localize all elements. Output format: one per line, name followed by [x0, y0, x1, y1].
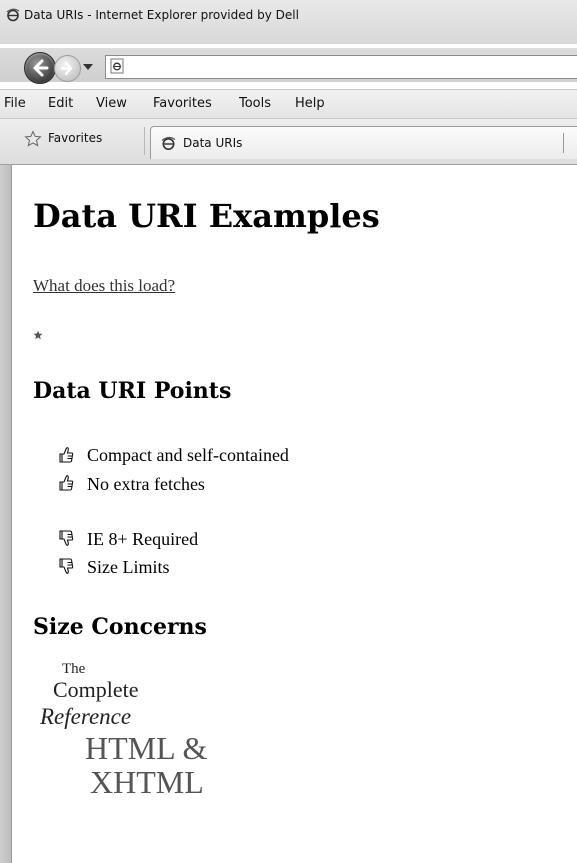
menu-bar: File Edit View Favorites Tools Help	[0, 89, 577, 118]
internet-explorer-icon	[6, 8, 20, 22]
window-frame-left	[0, 165, 11, 863]
favorites-star-icon[interactable]	[24, 130, 42, 148]
menu-edit[interactable]: Edit	[48, 96, 73, 111]
menu-tools[interactable]: Tools	[239, 96, 271, 111]
favorites-divider	[144, 127, 145, 155]
thumbs-down-icon	[59, 558, 74, 574]
section-title-data-uri-points: Data URI Points	[33, 378, 232, 404]
page-heading: Data URI Examples	[33, 197, 380, 235]
thumbs-down-icon	[59, 530, 74, 546]
list-item-con: IE 8+ Required	[87, 529, 199, 549]
book-logo-text: HTML &	[85, 730, 208, 766]
forward-button[interactable]	[54, 55, 81, 82]
book-logo-text: Complete	[53, 677, 139, 702]
book-logo-text: Reference	[40, 704, 132, 729]
title-bar: Data URIs - Internet Explorer provided b…	[0, 0, 577, 44]
section-title-size-concerns: Size Concerns	[33, 614, 207, 640]
tab-label: Data URIs	[183, 136, 243, 150]
list-item-pro: Compact and self-contained	[87, 445, 289, 465]
tab-data-uris[interactable]: Data URIs	[150, 126, 577, 159]
page-content: Data URI Examples What does this load? D…	[11, 165, 577, 863]
book-logo-text: The	[62, 661, 86, 677]
thumbs-up-icon	[59, 475, 74, 491]
window-title: Data URIs - Internet Explorer provided b…	[24, 8, 299, 22]
what-does-this-load-link[interactable]: What does this load?	[33, 276, 175, 296]
book-cover-image: The Complete Reference HTML & XHTML	[40, 661, 260, 831]
list-item-pro: No extra fetches	[87, 474, 205, 494]
favorites-button[interactable]: Favorites	[48, 131, 102, 145]
back-button[interactable]	[24, 52, 56, 84]
tab-divider	[563, 133, 564, 153]
menu-favorites[interactable]: Favorites	[153, 96, 212, 111]
internet-explorer-icon	[161, 136, 176, 150]
address-bar[interactable]	[105, 55, 577, 79]
browser-window: Data URIs - Internet Explorer provided b…	[0, 0, 577, 863]
menu-file[interactable]: File	[4, 96, 26, 111]
arrow-right-icon	[60, 61, 73, 76]
history-dropdown-icon[interactable]	[82, 62, 94, 72]
menu-help[interactable]: Help	[295, 96, 325, 111]
book-logo-text: XHTML	[90, 764, 204, 800]
list-item-con: Size Limits	[87, 557, 170, 577]
arrow-left-icon	[33, 59, 49, 77]
favorites-bar: Favorites Data URIs	[0, 118, 577, 165]
page-icon	[110, 58, 124, 74]
star-icon	[33, 330, 43, 340]
thumbs-up-icon	[59, 447, 74, 463]
menu-view[interactable]: View	[96, 96, 127, 111]
